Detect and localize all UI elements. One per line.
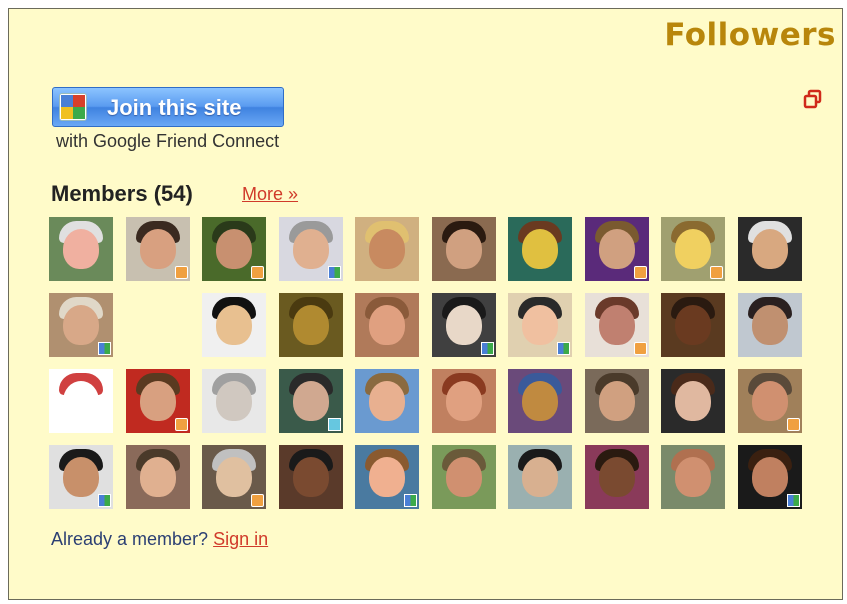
network-badge-icon (328, 266, 341, 279)
member-avatar[interactable] (432, 217, 496, 281)
member-avatar[interactable] (355, 293, 419, 357)
network-badge-icon (98, 494, 111, 507)
member-avatar[interactable] (661, 369, 725, 433)
popout-icon[interactable] (803, 89, 823, 109)
network-badge-icon (557, 342, 570, 355)
member-avatar[interactable] (126, 445, 190, 509)
friend-connect-subtitle: with Google Friend Connect (56, 131, 280, 151)
member-avatar[interactable] (432, 445, 496, 509)
network-badge-icon (710, 266, 723, 279)
member-avatar (126, 293, 190, 357)
member-avatar[interactable] (355, 369, 419, 433)
member-avatar[interactable] (202, 293, 266, 357)
member-avatar[interactable] (126, 369, 190, 433)
member-avatar[interactable] (738, 445, 802, 509)
member-avatar-grid (49, 217, 809, 517)
network-badge-icon (251, 266, 264, 279)
member-avatar[interactable] (279, 293, 343, 357)
member-avatar[interactable] (49, 369, 113, 433)
member-avatar[interactable] (279, 445, 343, 509)
member-avatar[interactable] (355, 217, 419, 281)
member-avatar[interactable] (585, 445, 649, 509)
member-avatar[interactable] (738, 293, 802, 357)
join-button-label: Join this site (107, 95, 242, 120)
network-badge-icon (634, 342, 647, 355)
member-avatar[interactable] (508, 369, 572, 433)
member-avatar[interactable] (126, 217, 190, 281)
more-members-link[interactable]: More » (242, 184, 298, 205)
member-avatar[interactable] (202, 217, 266, 281)
member-avatar[interactable] (508, 445, 572, 509)
google-friend-connect-icon (59, 93, 87, 121)
network-badge-icon (787, 418, 800, 431)
network-badge-icon (787, 494, 800, 507)
member-avatar[interactable] (279, 217, 343, 281)
member-avatar[interactable] (49, 217, 113, 281)
member-avatar[interactable] (661, 217, 725, 281)
network-badge-icon (98, 342, 111, 355)
network-badge-icon (175, 418, 188, 431)
followers-widget: Followers Join this site with Google Fri… (8, 8, 843, 600)
network-badge-icon (251, 494, 264, 507)
member-avatar[interactable] (738, 369, 802, 433)
member-avatar[interactable] (738, 217, 802, 281)
member-avatar[interactable] (432, 293, 496, 357)
member-avatar[interactable] (661, 445, 725, 509)
network-badge-icon (175, 266, 188, 279)
member-avatar[interactable] (508, 293, 572, 357)
member-avatar[interactable] (279, 369, 343, 433)
member-avatar[interactable] (585, 369, 649, 433)
member-avatar[interactable] (202, 445, 266, 509)
member-avatar[interactable] (49, 293, 113, 357)
members-heading: Members (54) (51, 181, 193, 206)
member-avatar[interactable] (49, 445, 113, 509)
member-avatar[interactable] (355, 445, 419, 509)
widget-title: Followers (664, 17, 836, 53)
member-avatar[interactable] (661, 293, 725, 357)
network-badge-icon (634, 266, 647, 279)
already-member-line: Already a member? Sign in (51, 529, 268, 550)
already-member-text: Already a member? (51, 529, 209, 549)
member-avatar[interactable] (585, 217, 649, 281)
member-avatar[interactable] (585, 293, 649, 357)
join-this-site-button[interactable]: Join this site (52, 87, 284, 127)
member-avatar[interactable] (432, 369, 496, 433)
member-avatar[interactable] (508, 217, 572, 281)
network-badge-icon (328, 418, 341, 431)
member-avatar[interactable] (202, 369, 266, 433)
sign-in-link[interactable]: Sign in (213, 529, 268, 549)
network-badge-icon (404, 494, 417, 507)
network-badge-icon (481, 342, 494, 355)
